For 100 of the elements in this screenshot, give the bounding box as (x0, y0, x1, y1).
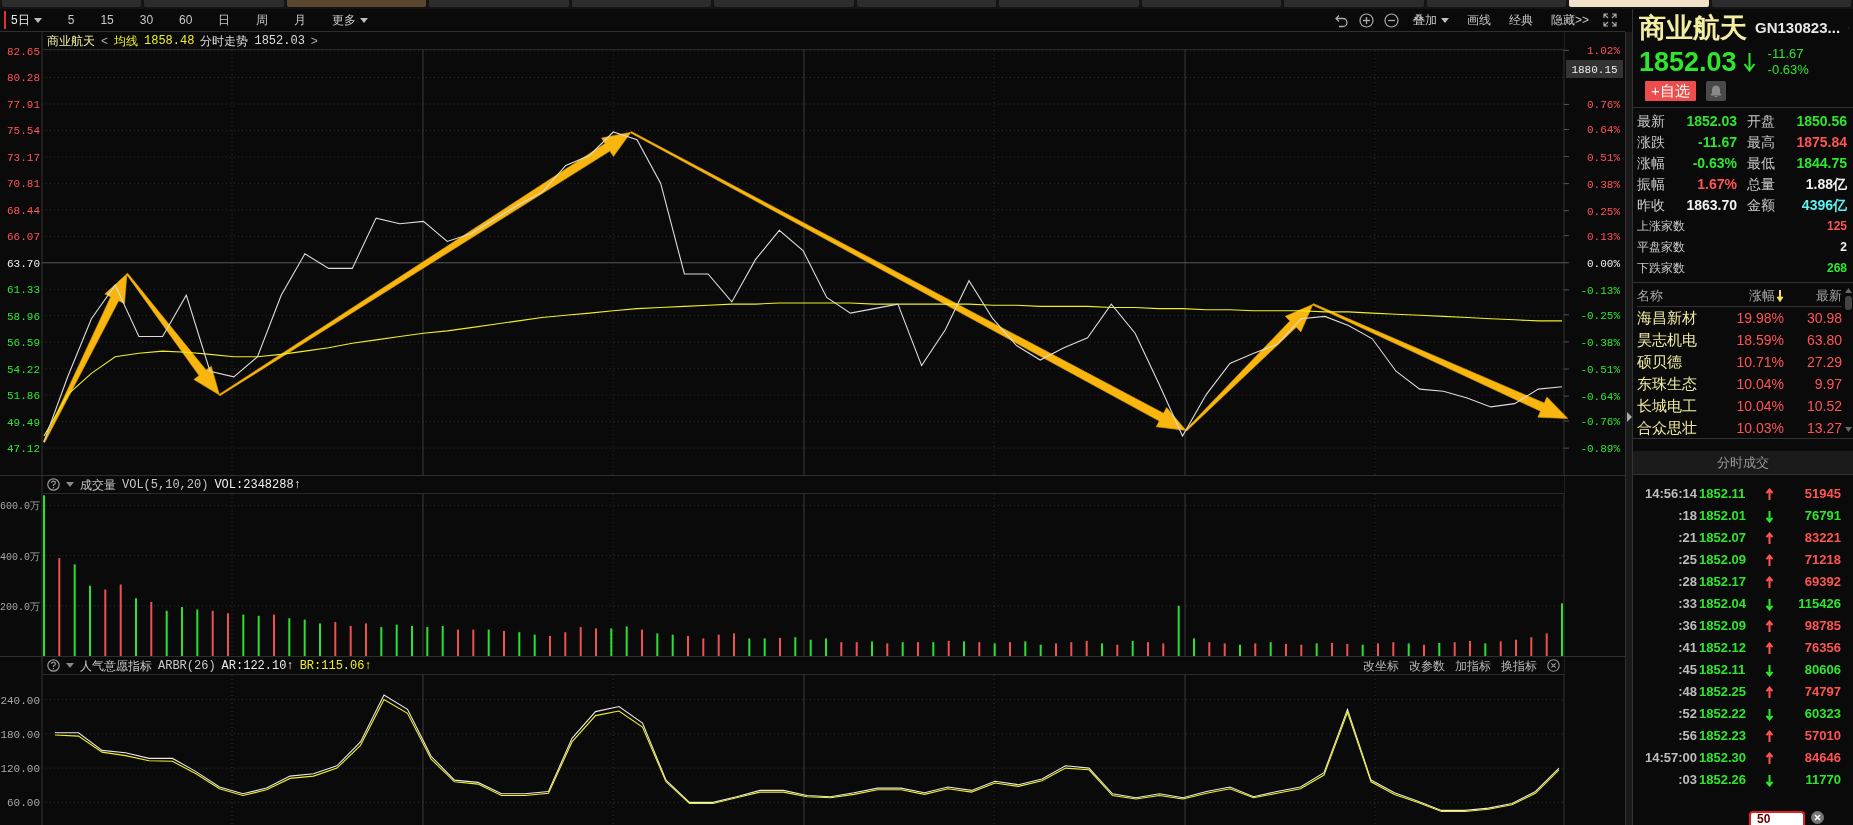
volume-bar (763, 638, 766, 656)
volume-bar (119, 584, 122, 656)
indicator-value: AR:122.10↑ (221, 657, 294, 675)
trade-price: 1852.17 (1699, 573, 1747, 591)
trade-price: 1852.11 (1699, 661, 1747, 679)
add-watchlist-button[interactable]: +自选 (1645, 81, 1696, 101)
stat-value: 268 (1826, 260, 1847, 277)
top-tab[interactable] (429, 0, 569, 7)
help-icon[interactable] (47, 478, 60, 491)
top-tab[interactable] (1711, 0, 1852, 7)
promo-popup[interactable]: 50 (1749, 811, 1805, 825)
period-dropdown[interactable]: 更多 (325, 11, 374, 29)
top-tab[interactable] (1426, 0, 1567, 7)
fullscreen-icon[interactable] (1603, 13, 1617, 27)
zoom-out-icon[interactable] (1384, 12, 1399, 28)
toolbar-button[interactable]: 画线 (1463, 11, 1495, 29)
period-button[interactable]: 5 (60, 11, 80, 29)
column-header[interactable]: 名称 (1637, 285, 1714, 307)
trade-price: 1852.30 (1699, 749, 1747, 767)
trade-volume: 74797 (1803, 683, 1841, 701)
volume-bar (1545, 633, 1548, 656)
volume-bar (1254, 643, 1257, 656)
caret-icon (66, 482, 74, 487)
stock-name[interactable]: 合众思壮 (1637, 417, 1714, 439)
indicator-value: VOL:2348288↑ (214, 476, 301, 494)
top-tab[interactable] (571, 0, 712, 7)
period-dropdown[interactable]: 5日 (4, 11, 47, 29)
trade-time: :48 (1677, 683, 1697, 701)
stat-value: 1850.56 (1795, 112, 1847, 131)
stat-label: 平盘家数 (1637, 239, 1686, 256)
undo-icon[interactable] (1334, 12, 1349, 28)
stat-value: 1852.03 (1685, 112, 1737, 131)
trade-volume: 98785 (1803, 617, 1841, 635)
top-tab[interactable] (1284, 0, 1424, 7)
crosshair-price-label: 1880.15 (1566, 60, 1623, 78)
period-button[interactable]: 周 (249, 11, 274, 29)
stock-name[interactable]: 海昌新材 (1637, 307, 1714, 329)
top-tab[interactable] (714, 0, 854, 7)
stock-name[interactable]: 长城电工 (1637, 395, 1714, 417)
axis-label: 58.96 (7, 310, 40, 323)
overlay-dropdown[interactable]: 叠加 (1409, 11, 1453, 29)
trade-time: 14:57:00 (1643, 749, 1697, 767)
period-button[interactable]: 日 (211, 11, 236, 29)
volume-bar (671, 634, 674, 656)
top-tab[interactable] (144, 0, 284, 7)
stat-label: 金额 (1746, 196, 1776, 215)
close-icon[interactable] (1811, 811, 1824, 824)
trade-time: 14:56:14 (1643, 485, 1697, 503)
toolbar-button[interactable]: 隐藏>> (1547, 11, 1593, 29)
volume-bar (702, 638, 705, 656)
volume-bar (150, 602, 153, 656)
stock-name[interactable]: 东珠生态 (1637, 373, 1714, 395)
axis-label: 60.00 (7, 797, 40, 810)
top-tab[interactable] (2, 0, 142, 7)
volume-bar (380, 627, 383, 656)
stat-value: 125 (1826, 218, 1847, 235)
trade-price: 1852.12 (1699, 639, 1747, 657)
period-button[interactable]: 30 (132, 11, 159, 29)
stat-value: 1.88亿 (1804, 175, 1847, 194)
volume-bar (855, 642, 858, 656)
axis-label: 0.64% (1587, 124, 1620, 137)
column-header[interactable]: 涨幅 (1714, 285, 1784, 307)
axis-label: -0.13% (1580, 284, 1620, 297)
volume-bar (564, 632, 567, 656)
zoom-in-icon[interactable] (1359, 12, 1374, 28)
top-tab[interactable] (999, 0, 1139, 7)
period-button[interactable]: 15 (93, 11, 119, 29)
help-icon[interactable] (47, 659, 60, 672)
stat-label: 昨收 (1637, 196, 1666, 215)
stock-name[interactable]: 昊志机电 (1637, 329, 1714, 351)
indicator-action[interactable]: 改坐标 (1363, 656, 1399, 675)
trade-volume: 57010 (1803, 727, 1841, 745)
change-percent: 10.71% (1735, 353, 1784, 372)
stock-name[interactable]: 硕贝德 (1637, 351, 1714, 373)
period-button[interactable]: 月 (287, 11, 312, 29)
chart-title: 人气意愿指标 (80, 657, 152, 675)
volume-bar (1392, 642, 1395, 656)
top-tab[interactable] (1569, 0, 1709, 7)
volume-bar (441, 625, 444, 656)
close-icon[interactable] (1547, 659, 1560, 672)
top-tab[interactable] (1141, 0, 1282, 7)
volume-bar (625, 626, 628, 656)
collapse-icon[interactable] (1626, 412, 1632, 422)
period-button[interactable]: 60 (172, 11, 198, 29)
column-header[interactable]: 最新 (1784, 285, 1842, 307)
volume-bar (1116, 644, 1119, 656)
indicator-action[interactable]: 换指标 (1501, 656, 1537, 675)
axis-label: 80.28 (7, 72, 40, 85)
bell-icon[interactable] (1705, 81, 1726, 101)
indicator-action[interactable]: 加指标 (1455, 656, 1491, 675)
trade-time: :41 (1677, 639, 1697, 657)
volume-bar (748, 638, 751, 656)
indicator-action[interactable]: 改参数 (1409, 656, 1445, 675)
trade-time: :36 (1677, 617, 1697, 635)
chart-title: 成交量 (80, 476, 116, 494)
top-tab[interactable] (286, 0, 427, 7)
top-tab[interactable] (856, 0, 997, 7)
stock-code: GN130823... (1755, 17, 1841, 38)
trade-price: 1852.25 (1699, 683, 1747, 701)
toolbar-button[interactable]: 经典 (1505, 11, 1537, 29)
